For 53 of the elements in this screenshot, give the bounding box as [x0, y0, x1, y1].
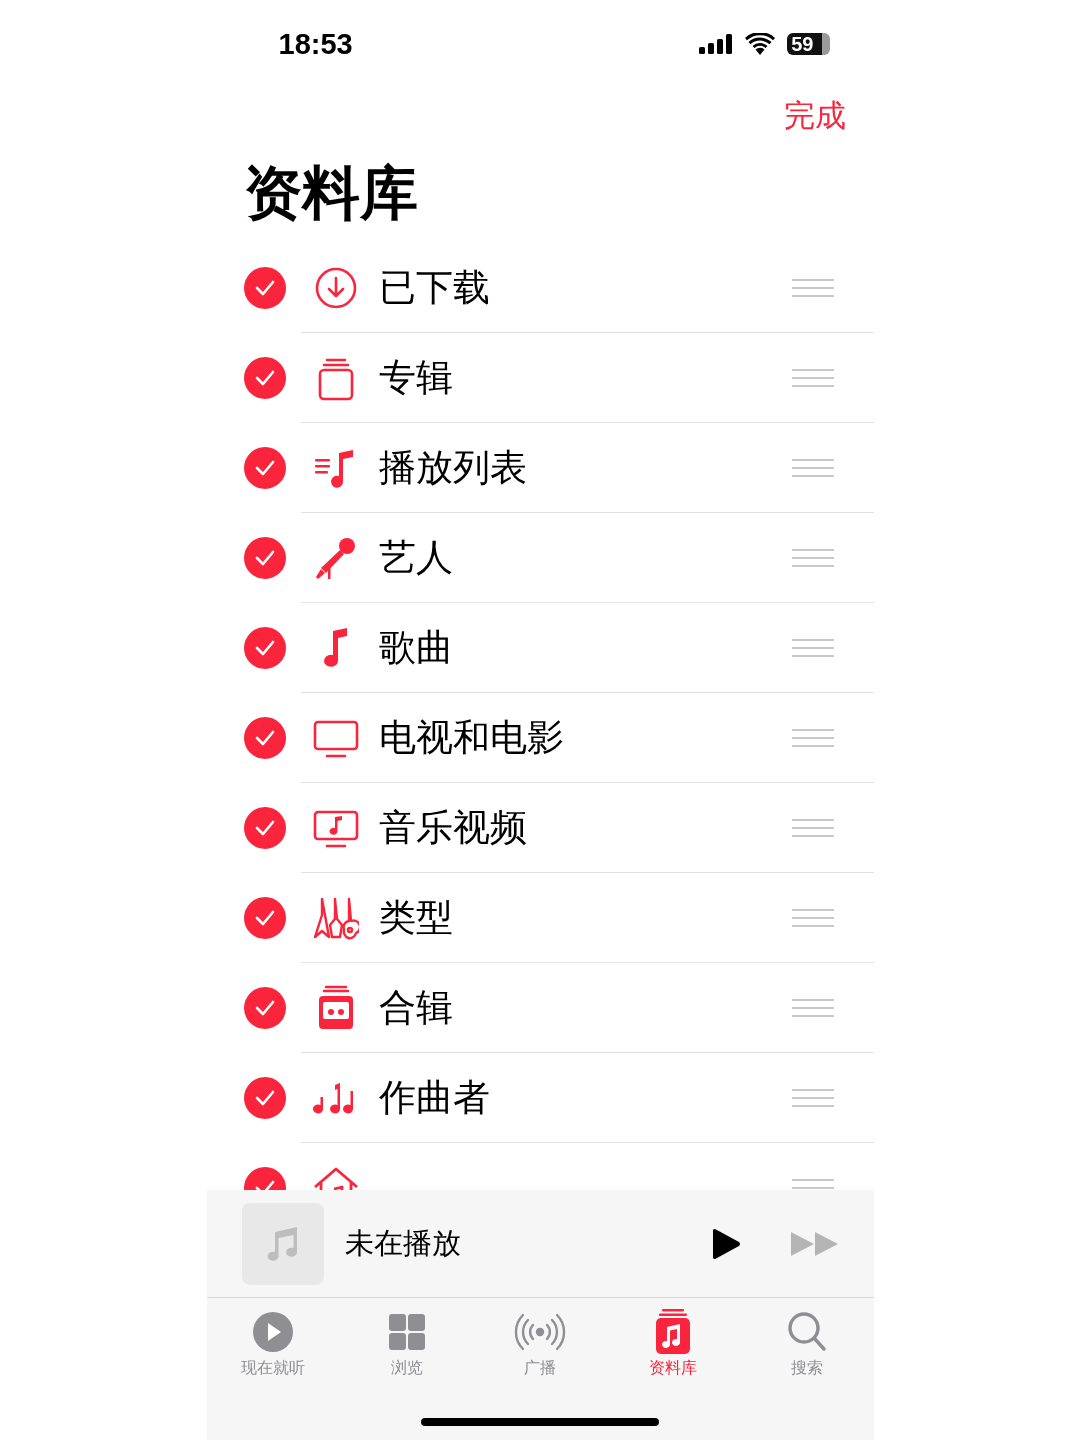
- library-item-label: 作曲者: [378, 1074, 491, 1121]
- now-playing-title: 未在播放: [344, 1224, 462, 1262]
- library-item-label: 类型: [378, 894, 454, 941]
- checkmark-icon: [253, 369, 276, 387]
- checkbox[interactable]: [243, 807, 286, 849]
- checkmark-icon: [253, 729, 276, 747]
- checkbox[interactable]: [243, 447, 286, 489]
- tab[interactable]: 广播: [473, 1308, 607, 1388]
- status-time: 18:53: [278, 27, 353, 61]
- drag-handle-icon[interactable]: [791, 457, 834, 478]
- tab[interactable]: 现在就听: [206, 1308, 340, 1388]
- checkmark-icon: [253, 1089, 276, 1107]
- drag-handle-icon[interactable]: [791, 367, 834, 388]
- library-item-label: 艺人: [378, 534, 454, 581]
- checkmark-icon: [253, 549, 276, 567]
- library-item-label: 专辑: [378, 354, 454, 401]
- library-item-label: 合辑: [378, 984, 454, 1031]
- library-item-label: 已下载: [378, 264, 491, 311]
- drag-handle-icon[interactable]: [791, 1087, 834, 1108]
- page-title: 资料库: [242, 157, 419, 229]
- drag-handle-icon[interactable]: [791, 727, 834, 748]
- checkmark-icon: [253, 999, 276, 1017]
- battery-indicator: 59: [787, 33, 830, 55]
- checkmark-icon: [253, 639, 276, 657]
- drag-handle-icon[interactable]: [791, 277, 834, 298]
- drag-handle-icon[interactable]: [791, 637, 834, 658]
- drag-handle-icon[interactable]: [791, 997, 834, 1018]
- checkmark-icon: [253, 909, 276, 927]
- checkbox[interactable]: [243, 717, 286, 759]
- checkbox[interactable]: [243, 1077, 286, 1119]
- done-button[interactable]: 完成: [783, 95, 846, 137]
- checkbox[interactable]: [243, 987, 286, 1029]
- play-icon[interactable]: [710, 1227, 741, 1260]
- checkbox[interactable]: [243, 897, 286, 939]
- checkmark-icon: [253, 279, 276, 297]
- drag-handle-icon[interactable]: [791, 907, 834, 928]
- library-item-label: 歌曲: [378, 624, 454, 671]
- library-item-label: 播放列表: [378, 444, 528, 491]
- checkbox[interactable]: [243, 267, 286, 309]
- checkbox[interactable]: [243, 537, 286, 579]
- tab[interactable]: 资料库: [606, 1308, 741, 1388]
- checkbox[interactable]: [243, 627, 286, 669]
- wifi-icon: [745, 33, 776, 55]
- library-item-label: 电视和电影: [378, 714, 565, 761]
- signal-icon: [699, 34, 734, 54]
- library-item-label: 音乐视频: [378, 804, 528, 851]
- drag-handle-icon[interactable]: [791, 817, 834, 838]
- checkmark-icon: [253, 819, 276, 837]
- tab[interactable]: 搜索: [740, 1308, 874, 1388]
- drag-handle-icon[interactable]: [791, 547, 834, 568]
- tab[interactable]: 浏览: [339, 1308, 474, 1388]
- checkbox[interactable]: [243, 357, 286, 399]
- checkmark-icon: [253, 459, 276, 477]
